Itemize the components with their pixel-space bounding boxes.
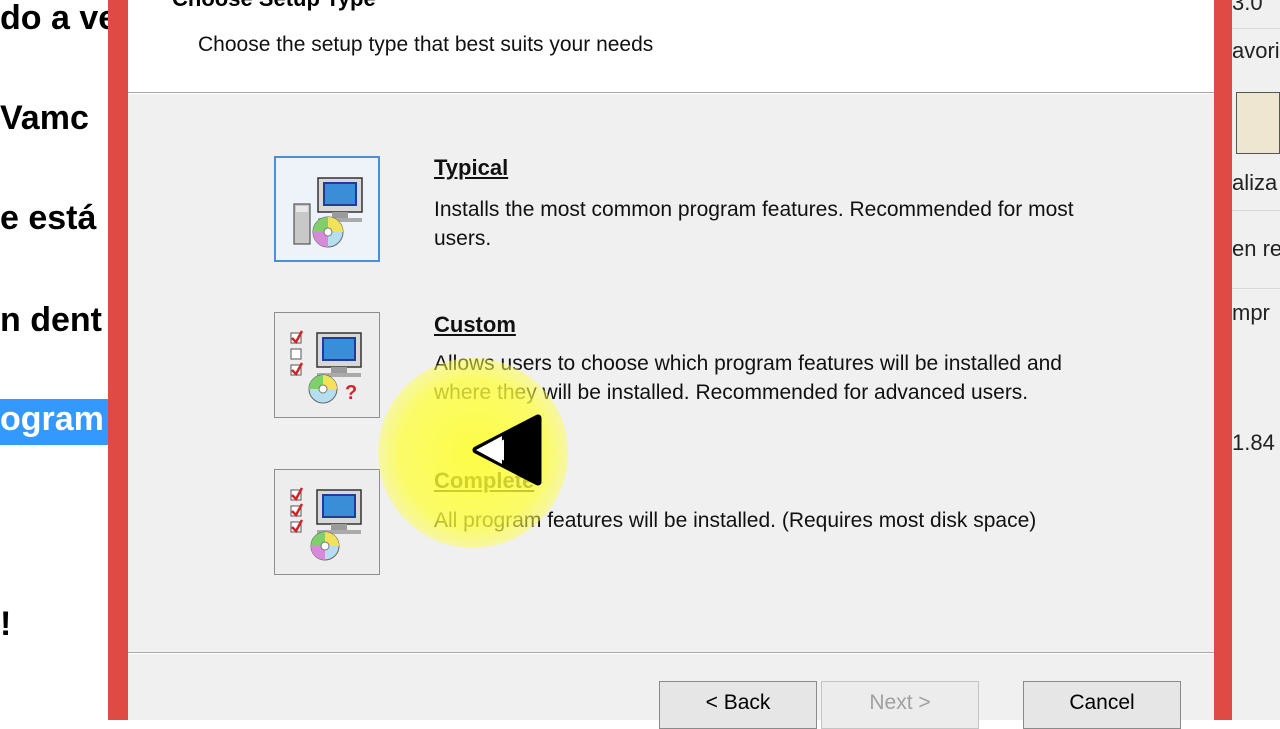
back-button[interactable]: < Back: [659, 681, 817, 729]
complete-setup-icon: [290, 487, 362, 561]
complete-description: All program features will be installed. …: [434, 509, 1037, 532]
background-window: 3.0 avori aliza en re mpr 1.84: [1230, 0, 1280, 720]
background-text-line: Vamc: [0, 99, 89, 137]
header-title: Choose Setup Type: [172, 0, 376, 12]
background-text: 1.84: [1232, 430, 1275, 455]
complete-title: Complete: [434, 468, 534, 494]
next-button[interactable]: Next >: [821, 681, 979, 729]
background-text: en re: [1232, 236, 1280, 261]
background-text-line: !: [0, 605, 12, 643]
background-divider: [1230, 210, 1280, 211]
background-divider: [1230, 288, 1280, 289]
background-text-line: do a ve: [0, 0, 110, 37]
dialog-header: Choose Setup Type Choose the setup type …: [128, 0, 1214, 92]
typical-button[interactable]: [274, 156, 380, 262]
background-text: aliza: [1232, 170, 1278, 195]
setup-dialog: Choose Setup Type Choose the setup type …: [128, 0, 1214, 729]
complete-title-text: Complete: [434, 468, 535, 493]
background-book-icon: [1236, 92, 1280, 154]
typical-title-text: Typical: [434, 155, 509, 180]
background-text: 3.0: [1232, 0, 1263, 15]
custom-description: Allows users to choose which program fea…: [434, 352, 1062, 404]
background-text-line: n dent: [0, 301, 102, 339]
custom-title-text: Custom: [434, 312, 516, 337]
background-document: do a ve Vamc e está n dent ogram !: [0, 0, 110, 720]
typical-title: Typical: [434, 155, 508, 181]
background-divider: [1230, 28, 1280, 29]
complete-button[interactable]: [274, 469, 380, 575]
background-selected-text: ogram: [0, 399, 108, 445]
custom-title: Custom: [434, 312, 516, 338]
background-text: avori: [1232, 38, 1280, 63]
background-text-line: e está: [0, 199, 97, 237]
custom-setup-icon: ?: [290, 330, 362, 404]
background-text: mpr: [1232, 300, 1270, 325]
button-separator: [128, 652, 1214, 654]
custom-button[interactable]: ?: [274, 312, 380, 418]
cancel-button[interactable]: Cancel: [1023, 681, 1181, 729]
svg-text:?: ?: [345, 382, 357, 404]
typical-setup-icon: [293, 177, 363, 248]
header-subtitle: Choose the setup type that best suits yo…: [198, 33, 654, 56]
header-separator: [128, 92, 1214, 94]
typical-description: Installs the most common program feature…: [434, 198, 1074, 250]
